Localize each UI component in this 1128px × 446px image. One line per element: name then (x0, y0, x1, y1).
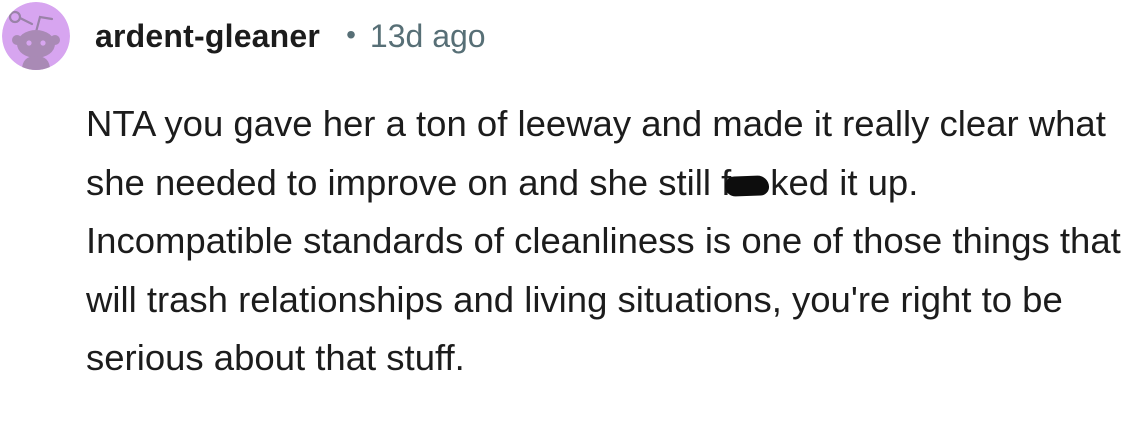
separator-dot: • (346, 19, 356, 50)
comment-body: NTA you gave her a ton of leeway and mad… (86, 95, 1122, 388)
timestamp[interactable]: 13d ago (370, 18, 486, 55)
comment-body-text-start: NTA you gave her a ton of leeway and mad… (86, 103, 1106, 203)
snoo-avatar-icon (2, 2, 70, 70)
comment: ardent-gleaner • 13d ago NTA you gave he… (0, 0, 1128, 446)
comment-header: ardent-gleaner • 13d ago (95, 14, 486, 58)
username-link[interactable]: ardent-gleaner (95, 18, 320, 55)
redaction-mark (724, 174, 770, 197)
avatar[interactable] (2, 2, 70, 70)
